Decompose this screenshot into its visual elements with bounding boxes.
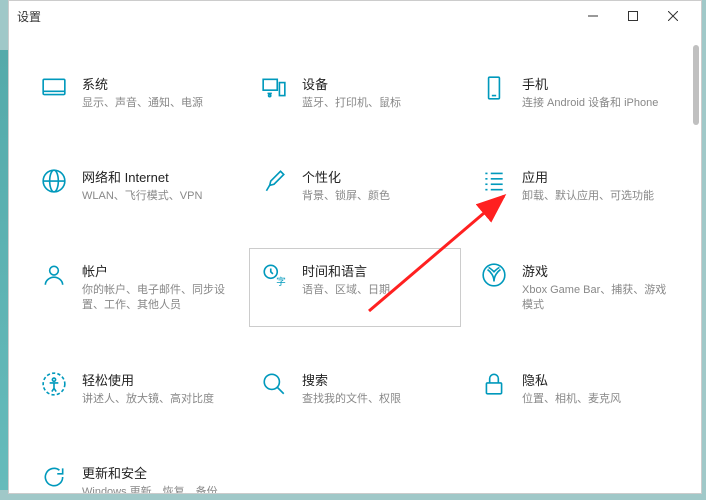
tile-title: 轻松使用 — [82, 370, 230, 389]
tile-network[interactable]: 网络和 Internet WLAN、飞行模式、VPN — [29, 154, 241, 217]
close-button[interactable] — [653, 1, 693, 31]
tile-title: 系统 — [82, 74, 230, 93]
tile-system[interactable]: 系统 显示、声音、通知、电源 — [29, 61, 241, 124]
tile-desc: 连接 Android 设备和 iPhone — [522, 96, 670, 111]
tile-desc: 查找我的文件、权限 — [302, 392, 450, 407]
titlebar: 设置 — [9, 1, 701, 31]
apps-icon — [480, 167, 508, 195]
tile-desc: 卸载、默认应用、可选功能 — [522, 189, 670, 204]
tile-title: 设备 — [302, 74, 450, 93]
system-icon — [40, 74, 68, 102]
tile-devices[interactable]: 设备 蓝牙、打印机、鼠标 — [249, 61, 461, 124]
update-icon — [40, 463, 68, 491]
tile-title: 手机 — [522, 74, 670, 93]
tile-desc: 位置、相机、麦克风 — [522, 392, 670, 407]
tile-desc: WLAN、飞行模式、VPN — [82, 189, 230, 204]
tile-phone[interactable]: 手机 连接 Android 设备和 iPhone — [469, 61, 681, 124]
tile-desc: Xbox Game Bar、捕获、游戏模式 — [522, 283, 670, 314]
window-controls — [573, 1, 693, 31]
tile-gaming[interactable]: 游戏 Xbox Game Bar、捕获、游戏模式 — [469, 248, 681, 327]
time-language-icon: 字 — [260, 261, 288, 289]
globe-icon — [40, 167, 68, 195]
svg-text:字: 字 — [276, 275, 286, 288]
devices-icon — [260, 74, 288, 102]
tile-title: 帐户 — [82, 261, 230, 280]
tile-title: 隐私 — [522, 370, 670, 389]
tile-ease-of-access[interactable]: 轻松使用 讲述人、放大镜、高对比度 — [29, 357, 241, 420]
tile-title: 搜索 — [302, 370, 450, 389]
tile-update[interactable]: 更新和安全 Windows 更新、恢复、备份 — [29, 450, 241, 493]
settings-window: 设置 系统 显示、声音、通知、电源 — [8, 0, 702, 494]
settings-grid: 系统 显示、声音、通知、电源 设备 蓝牙、打印机、鼠标 手机 — [29, 61, 681, 493]
search-icon — [260, 370, 288, 398]
tile-desc: 语音、区域、日期 — [302, 283, 450, 298]
tile-apps[interactable]: 应用 卸载、默认应用、可选功能 — [469, 154, 681, 217]
person-icon — [40, 261, 68, 289]
background-sliver — [0, 50, 8, 490]
minimize-button[interactable] — [573, 1, 613, 31]
paintbrush-icon — [260, 167, 288, 195]
tile-accounts[interactable]: 帐户 你的帐户、电子邮件、同步设置、工作、其他人员 — [29, 248, 241, 327]
maximize-button[interactable] — [613, 1, 653, 31]
tile-personalization[interactable]: 个性化 背景、锁屏、颜色 — [249, 154, 461, 217]
tile-desc: 显示、声音、通知、电源 — [82, 96, 230, 111]
tile-title: 时间和语言 — [302, 261, 450, 280]
phone-icon — [480, 74, 508, 102]
tile-desc: 讲述人、放大镜、高对比度 — [82, 392, 230, 407]
xbox-icon — [480, 261, 508, 289]
tile-desc: Windows 更新、恢复、备份 — [82, 485, 230, 493]
tile-desc: 背景、锁屏、颜色 — [302, 189, 450, 204]
settings-content: 系统 显示、声音、通知、电源 设备 蓝牙、打印机、鼠标 手机 — [9, 31, 701, 493]
tile-title: 更新和安全 — [82, 463, 230, 482]
accessibility-icon — [40, 370, 68, 398]
tile-title: 网络和 Internet — [82, 167, 230, 186]
tile-search[interactable]: 搜索 查找我的文件、权限 — [249, 357, 461, 420]
tile-title: 个性化 — [302, 167, 450, 186]
window-title: 设置 — [17, 8, 41, 25]
tile-desc: 你的帐户、电子邮件、同步设置、工作、其他人员 — [82, 283, 230, 314]
tile-time-language[interactable]: 字 时间和语言 语音、区域、日期 — [249, 248, 461, 327]
scrollbar-thumb[interactable] — [693, 45, 699, 125]
tile-title: 应用 — [522, 167, 670, 186]
tile-desc: 蓝牙、打印机、鼠标 — [302, 96, 450, 111]
tile-privacy[interactable]: 隐私 位置、相机、麦克风 — [469, 357, 681, 420]
lock-icon — [480, 370, 508, 398]
tile-title: 游戏 — [522, 261, 670, 280]
